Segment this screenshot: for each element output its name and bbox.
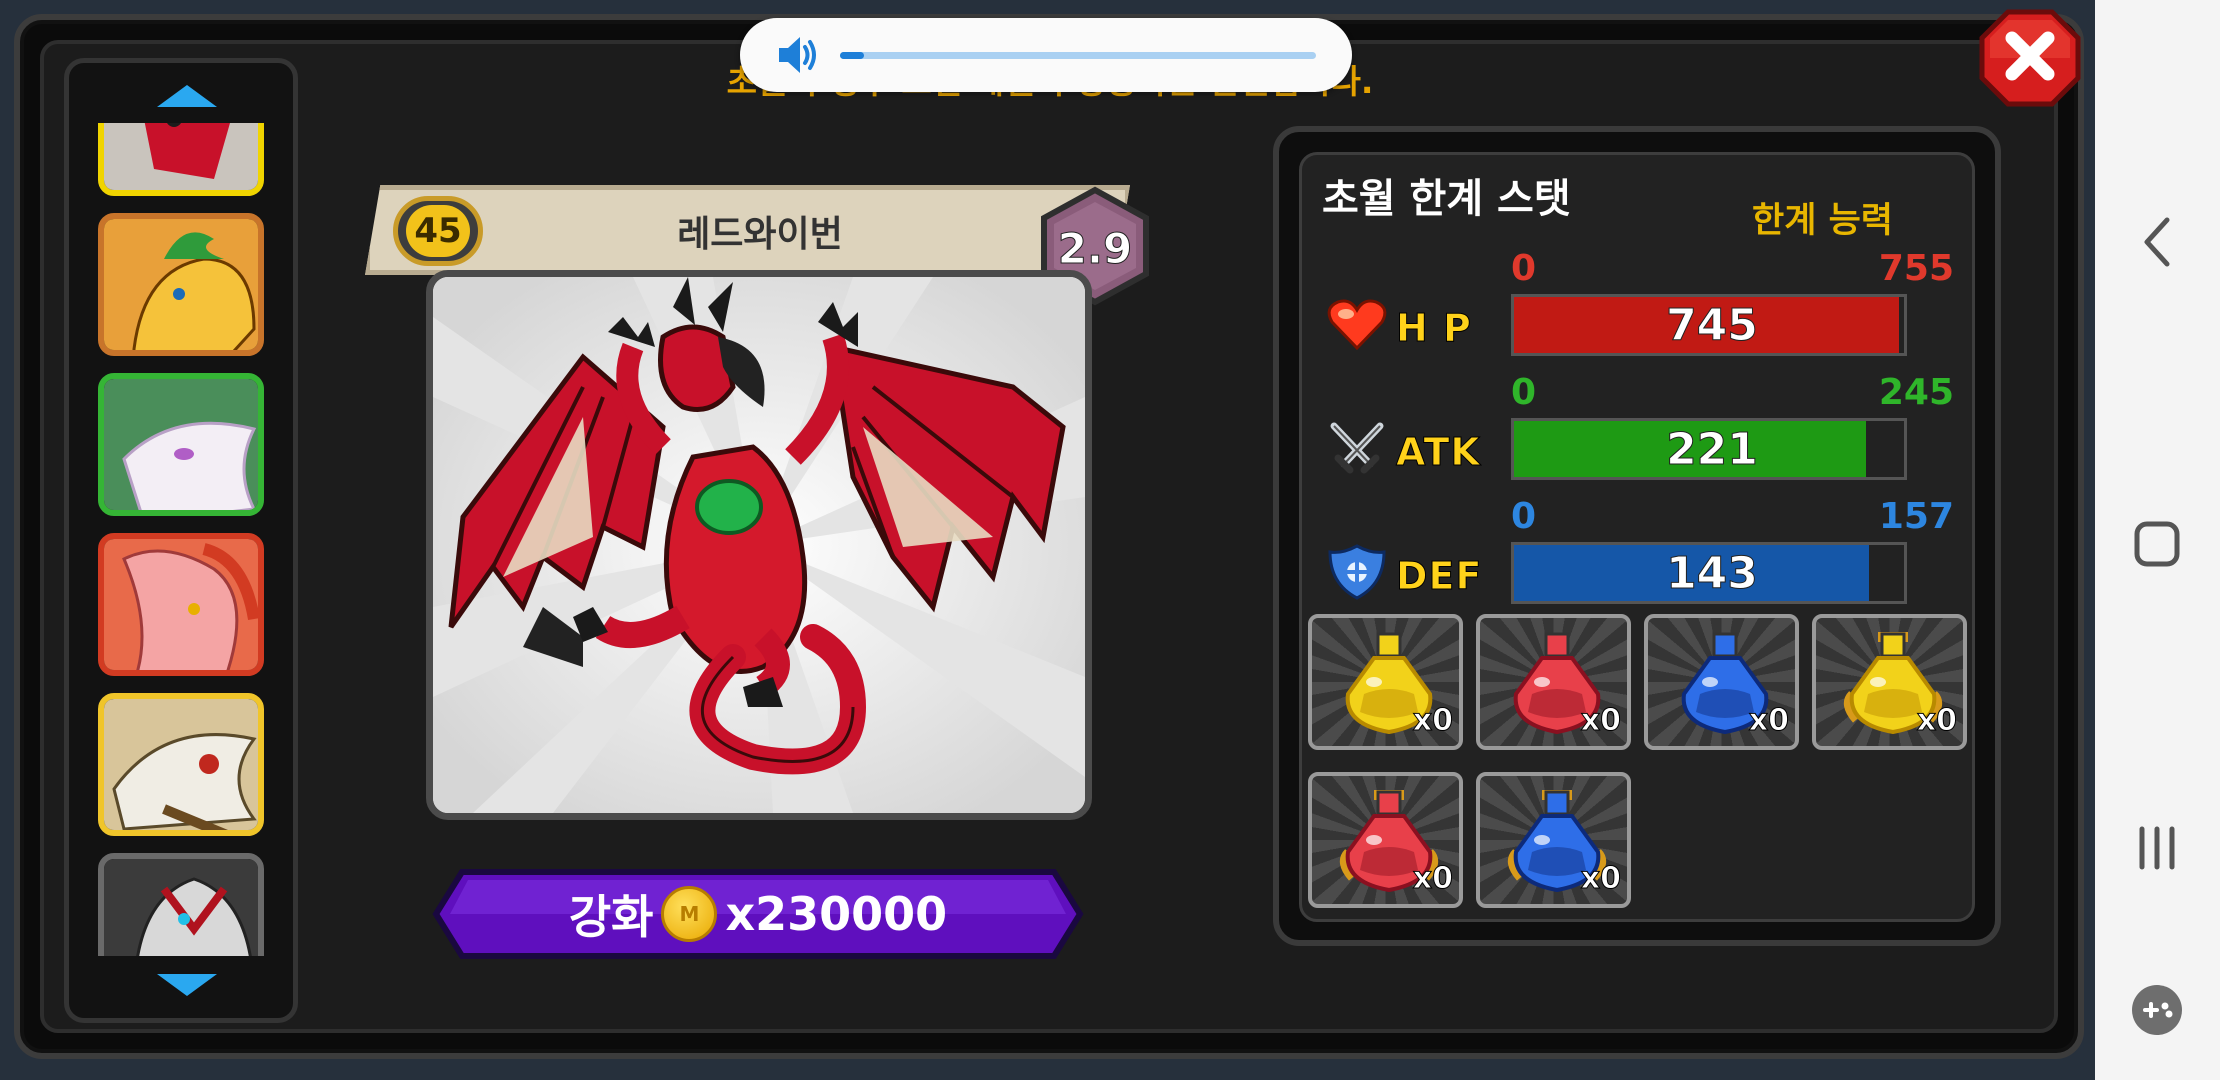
character-thumbnail-red-wyvern[interactable] bbox=[98, 123, 264, 196]
stat-bar: 143 bbox=[1511, 542, 1907, 604]
close-icon[interactable] bbox=[1978, 8, 2082, 108]
stat-row-hp: H P 0 755 745 bbox=[1326, 248, 1976, 368]
upgrade-button[interactable]: 강화 M x230000 bbox=[432, 868, 1084, 960]
stat-bar: 221 bbox=[1511, 418, 1907, 480]
potion-quantity: x0 bbox=[1916, 703, 1957, 739]
stat-max: 157 bbox=[1878, 496, 1954, 537]
crossed-swords-icon bbox=[1330, 422, 1384, 474]
speaker-icon[interactable] bbox=[776, 34, 820, 76]
stat-name: H P bbox=[1396, 306, 1472, 351]
level-badge: 45 bbox=[393, 196, 483, 266]
potion-slot-red[interactable]: x0 bbox=[1476, 614, 1631, 750]
recents-icon[interactable] bbox=[2125, 816, 2189, 880]
limit-label: 한계 능력 bbox=[1752, 201, 1893, 241]
heart-icon bbox=[1327, 299, 1387, 351]
potion-slot-gold-red[interactable]: x0 bbox=[1308, 772, 1463, 908]
stat-min: 0 bbox=[1511, 496, 1537, 537]
potion-slot-blue[interactable]: x0 bbox=[1644, 614, 1799, 750]
potion-slot-gold-yellow[interactable]: x0 bbox=[1812, 614, 1967, 750]
stat-bar: 745 bbox=[1511, 294, 1907, 356]
scroll-down-arrow-icon[interactable] bbox=[157, 974, 217, 996]
stat-max: 245 bbox=[1878, 372, 1954, 413]
stat-max: 755 bbox=[1878, 248, 1954, 289]
red-wyvern-art bbox=[104, 123, 258, 190]
bone-dragon-art bbox=[104, 699, 258, 830]
character-name: 레드와이번 bbox=[677, 214, 843, 255]
upgrade-cost: x230000 bbox=[725, 887, 948, 941]
volume-overlay bbox=[740, 18, 1352, 92]
stats-title: 초월 한계 스탯 bbox=[1322, 176, 1571, 222]
pink-dragon-art bbox=[104, 539, 258, 670]
potion-slot-yellow[interactable]: x0 bbox=[1308, 614, 1463, 750]
game-screen: 초월의 경우 스킬 레벨이 상승하는 반면입니다. 45 레드와이번 2.9 bbox=[0, 0, 2095, 1080]
stat-name: ATK bbox=[1396, 430, 1481, 475]
dark-dragon-art bbox=[104, 859, 258, 956]
potion-quantity: x0 bbox=[1580, 703, 1621, 739]
potion-quantity: x0 bbox=[1412, 861, 1453, 897]
stat-name: DEF bbox=[1395, 554, 1483, 599]
coin-icon: M bbox=[661, 886, 718, 942]
home-icon[interactable] bbox=[2125, 512, 2189, 576]
shield-icon bbox=[1328, 544, 1386, 600]
character-portrait bbox=[426, 270, 1092, 820]
white-dragon-art bbox=[104, 379, 258, 510]
stat-min: 0 bbox=[1511, 372, 1537, 413]
potion-slot-gold-blue[interactable]: x0 bbox=[1476, 772, 1631, 908]
stat-min: 0 bbox=[1511, 248, 1537, 289]
potion-quantity: x0 bbox=[1748, 703, 1789, 739]
volume-slider[interactable] bbox=[840, 52, 1316, 59]
red-wyvern-art bbox=[433, 277, 1085, 813]
potion-quantity: x0 bbox=[1412, 703, 1453, 739]
gold-dragon-art bbox=[104, 219, 258, 350]
character-thumbnail-bone-dragon[interactable] bbox=[98, 693, 264, 836]
upgrade-label: 강화 bbox=[568, 890, 654, 944]
character-thumbnail-white-dragon[interactable] bbox=[98, 373, 264, 516]
stat-value: 143 bbox=[1666, 547, 1759, 599]
game-tools-icon[interactable] bbox=[2125, 978, 2189, 1042]
volume-slider-fill bbox=[840, 52, 864, 59]
scroll-up-arrow-icon[interactable] bbox=[157, 85, 217, 107]
system-navbar bbox=[2095, 0, 2220, 1080]
character-thumbnail-pink-dragon[interactable] bbox=[98, 533, 264, 676]
character-list bbox=[64, 58, 298, 1023]
back-icon[interactable] bbox=[2125, 210, 2189, 274]
stat-row-def: DEF 0 157 143 bbox=[1326, 496, 1976, 616]
stat-value: 745 bbox=[1666, 299, 1759, 351]
character-thumbnail-dark-dragon[interactable] bbox=[98, 853, 264, 956]
character-thumbnail-gold-dragon[interactable] bbox=[98, 213, 264, 356]
potion-quantity: x0 bbox=[1580, 861, 1621, 897]
stat-row-atk: ATK 0 245 221 bbox=[1326, 372, 1976, 492]
stat-value: 221 bbox=[1666, 423, 1759, 475]
